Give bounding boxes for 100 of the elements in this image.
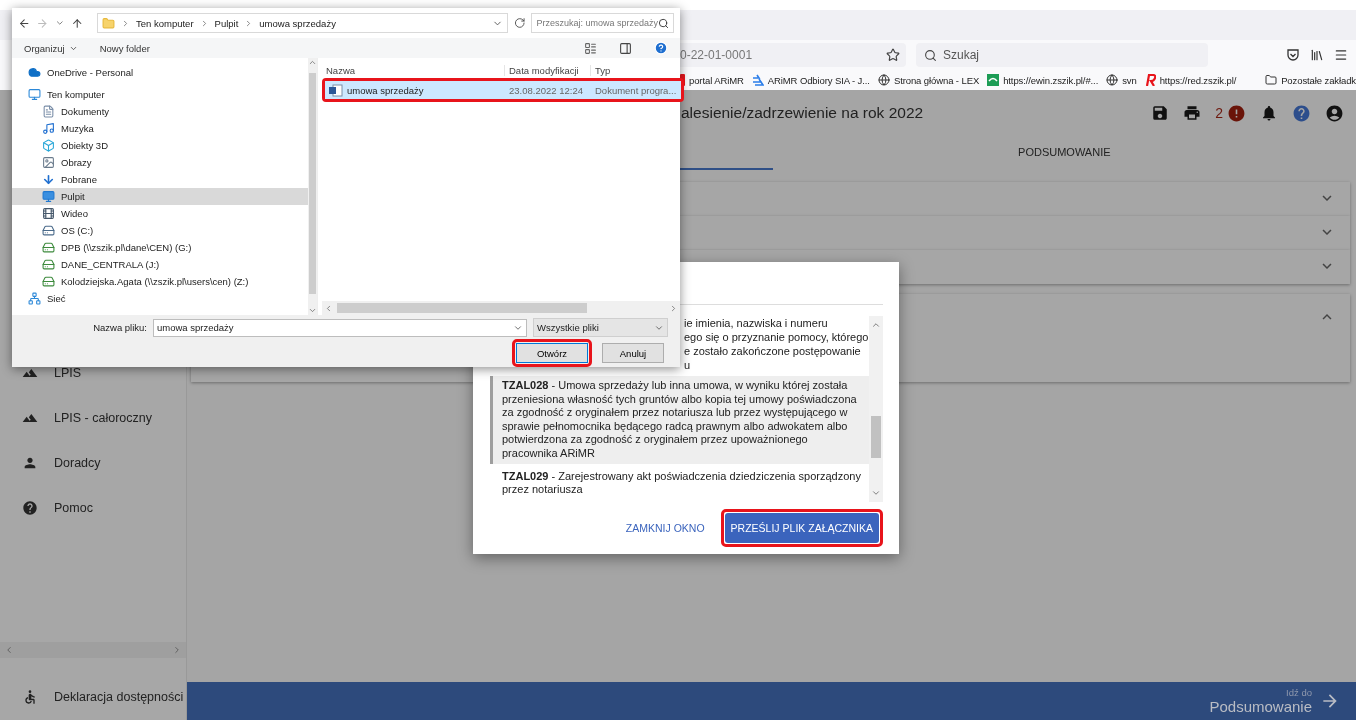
list-item-text[interactable]: ie imienia, nazwiska i numeru ego się o przyznanie pomocy, którego e zostało zakończone postępowanie u: [684, 316, 869, 372]
folder-tree-item[interactable]: OS (C:): [12, 222, 308, 239]
bookmark-link[interactable]: Strona główna - LEX: [877, 74, 980, 86]
document-icon: [42, 105, 55, 118]
filename-label: Nazwa pliku:: [93, 322, 147, 333]
folder-tree-item[interactable]: Muzyka: [12, 120, 308, 137]
arrows-logo-icon: [751, 74, 764, 86]
file-date: 23.08.2022 12:24: [508, 84, 584, 96]
bookmarks-folder[interactable]: Pozostałe zakładk: [1265, 74, 1356, 86]
search-field[interactable]: Szukaj: [916, 43, 1208, 67]
network-icon: [28, 292, 41, 305]
folder-tree-item[interactable]: Dokumenty: [12, 103, 308, 120]
folder-tree-item[interactable]: Kolodziejska.Agata (\\zszik.pl\users\cen) (Z:): [12, 273, 308, 290]
next-step-button[interactable]: Idź do Podsumowanie: [1203, 686, 1346, 716]
help-icon[interactable]: [1292, 103, 1311, 123]
folder-tree-item[interactable]: Ten komputer: [12, 86, 308, 103]
help-icon[interactable]: [654, 41, 668, 55]
chevron-down-icon[interactable]: [54, 18, 65, 28]
scrollbar[interactable]: [0, 642, 186, 658]
picture-icon: [42, 156, 55, 169]
up-icon[interactable]: [70, 16, 83, 30]
breadcrumb-item[interactable]: umowa sprzedaży: [259, 17, 336, 29]
folder-tree-item[interactable]: DPB (\\zszik.pl\dane\CEN) (G:): [12, 239, 308, 256]
desktop-icon: [42, 190, 55, 203]
refresh-icon[interactable]: [513, 17, 526, 29]
account-icon[interactable]: [1325, 103, 1344, 123]
search-field[interactable]: Przeszukaj: umowa sprzedaży: [531, 13, 674, 33]
help-icon: [22, 499, 38, 516]
bookmark-link[interactable]: ARiMR Odbiory SIA - J...: [751, 74, 870, 86]
scrollbar-thumb[interactable]: [309, 73, 316, 294]
breadcrumb-item[interactable]: Ten komputer: [136, 17, 194, 29]
scrollbar[interactable]: [308, 58, 317, 315]
folder-tree-item[interactable]: Wideo: [12, 205, 308, 222]
bookmark-link[interactable]: https://red.zszik.pl/: [1144, 74, 1237, 86]
error-icon[interactable]: [1227, 103, 1246, 123]
sidebar-item[interactable]: Doradcy: [0, 440, 186, 485]
r-logo-icon: [1144, 74, 1156, 86]
upload-button[interactable]: PRZEŚLIJ PLIK ZAŁĄCZNIKA: [724, 513, 879, 543]
drive-icon: [42, 224, 55, 237]
cancel-button[interactable]: Anuluj: [602, 343, 664, 363]
star-icon: [886, 48, 900, 62]
sidebar-item[interactable]: LPIS - całoroczny: [0, 395, 186, 440]
scrollbar-thumb[interactable]: [871, 416, 881, 458]
bookmark-link[interactable]: https://ewin.zszik.pl/#...: [987, 74, 1099, 86]
folder-icon: [102, 16, 115, 30]
folder-tree-item[interactable]: DANE_CENTRALA (J:): [12, 256, 308, 273]
document-icon: [329, 83, 343, 97]
view-options-icon[interactable]: [584, 41, 597, 55]
sidebar-item[interactable]: Pomoc: [0, 485, 186, 530]
film-icon: [42, 207, 55, 220]
music-note-icon: [42, 122, 55, 135]
cloud-icon: [28, 66, 41, 79]
address-field[interactable]: Ten komputer Pulpit umowa sprzedaży: [97, 13, 508, 33]
accessibility-icon: [22, 689, 38, 705]
filename-field[interactable]: umowa sprzedaży: [153, 318, 527, 337]
list-item[interactable]: TZAL028 - Umowa sprzedaży lub inna umowa, w wyniku której została przeniesiona własność tych gruntów albo kopia tej umowy poświadczona za zgodność z oryginałem przez notariusza lub przez występującego w sprawie pełnomocnika będącego radcą prawnym albo adwokatem albo potwierdzona za zgodność z oryginałem przez upoważnionego pracownika ARiMR: [490, 376, 869, 464]
new-folder-button[interactable]: Nowy folder: [99, 42, 150, 54]
preview-pane-icon[interactable]: [619, 41, 632, 55]
bell-icon[interactable]: [1260, 104, 1278, 122]
network-drive-icon: [42, 241, 55, 254]
scrollbar[interactable]: [322, 301, 680, 315]
folder-tree-item[interactable]: Pobrane: [12, 171, 308, 188]
breadcrumb-item[interactable]: Pulpit: [214, 17, 239, 29]
download-icon: [42, 173, 55, 186]
forward-icon[interactable]: [36, 16, 49, 30]
file-row[interactable]: umowa sprzedaży 23.08.2022 12:24 Dokument progra...: [325, 81, 681, 99]
close-button[interactable]: ZAMKNIJ OKNO: [619, 513, 711, 543]
file-type: Dokument progra...: [594, 84, 678, 96]
bookmark-link[interactable]: svn: [1106, 74, 1137, 86]
menu-icon[interactable]: [1334, 48, 1348, 62]
globe-icon: [877, 74, 890, 86]
column-header[interactable]: Data modyfikacji: [504, 65, 590, 76]
folder-tree-item[interactable]: OneDrive - Personal: [12, 64, 308, 81]
scrollbar[interactable]: [869, 316, 883, 502]
open-button[interactable]: Otwórz: [516, 343, 588, 363]
scrollbar-thumb[interactable]: [337, 303, 587, 313]
folder-tree-item[interactable]: Pulpit: [12, 188, 308, 205]
search-icon: [924, 48, 937, 62]
back-icon[interactable]: [18, 16, 31, 30]
page-title: alesienie/zadrzewienie na rok 2022: [681, 104, 925, 122]
sidebar-item[interactable]: LPIS: [0, 350, 186, 395]
column-header[interactable]: Nazwa: [322, 65, 504, 76]
folder-tree-item[interactable]: Obrazy: [12, 154, 308, 171]
tab[interactable]: PODSUMOWANIE: [772, 136, 1356, 170]
library-icon[interactable]: [1310, 48, 1324, 62]
site-logo-icon: [987, 74, 1000, 86]
network-drive-icon: [42, 275, 55, 288]
file-name: umowa sprzedaży: [347, 84, 424, 96]
globe-icon: [1106, 74, 1119, 86]
pocket-icon: [1286, 48, 1300, 62]
column-header[interactable]: Typ: [590, 65, 680, 76]
organize-button[interactable]: Organizuj: [24, 42, 78, 54]
monitor-icon: [28, 88, 41, 101]
file-type-select[interactable]: Wszystkie pliki: [533, 318, 668, 337]
save-icon[interactable]: [1151, 104, 1170, 122]
folder-tree-item[interactable]: Sieć: [12, 290, 308, 307]
sidebar-item[interactable]: Deklaracja dostępności: [0, 674, 186, 720]
folder-tree-item[interactable]: Obiekty 3D: [12, 137, 308, 154]
print-icon[interactable]: [1183, 104, 1202, 122]
error-count: 2: [1215, 105, 1223, 121]
